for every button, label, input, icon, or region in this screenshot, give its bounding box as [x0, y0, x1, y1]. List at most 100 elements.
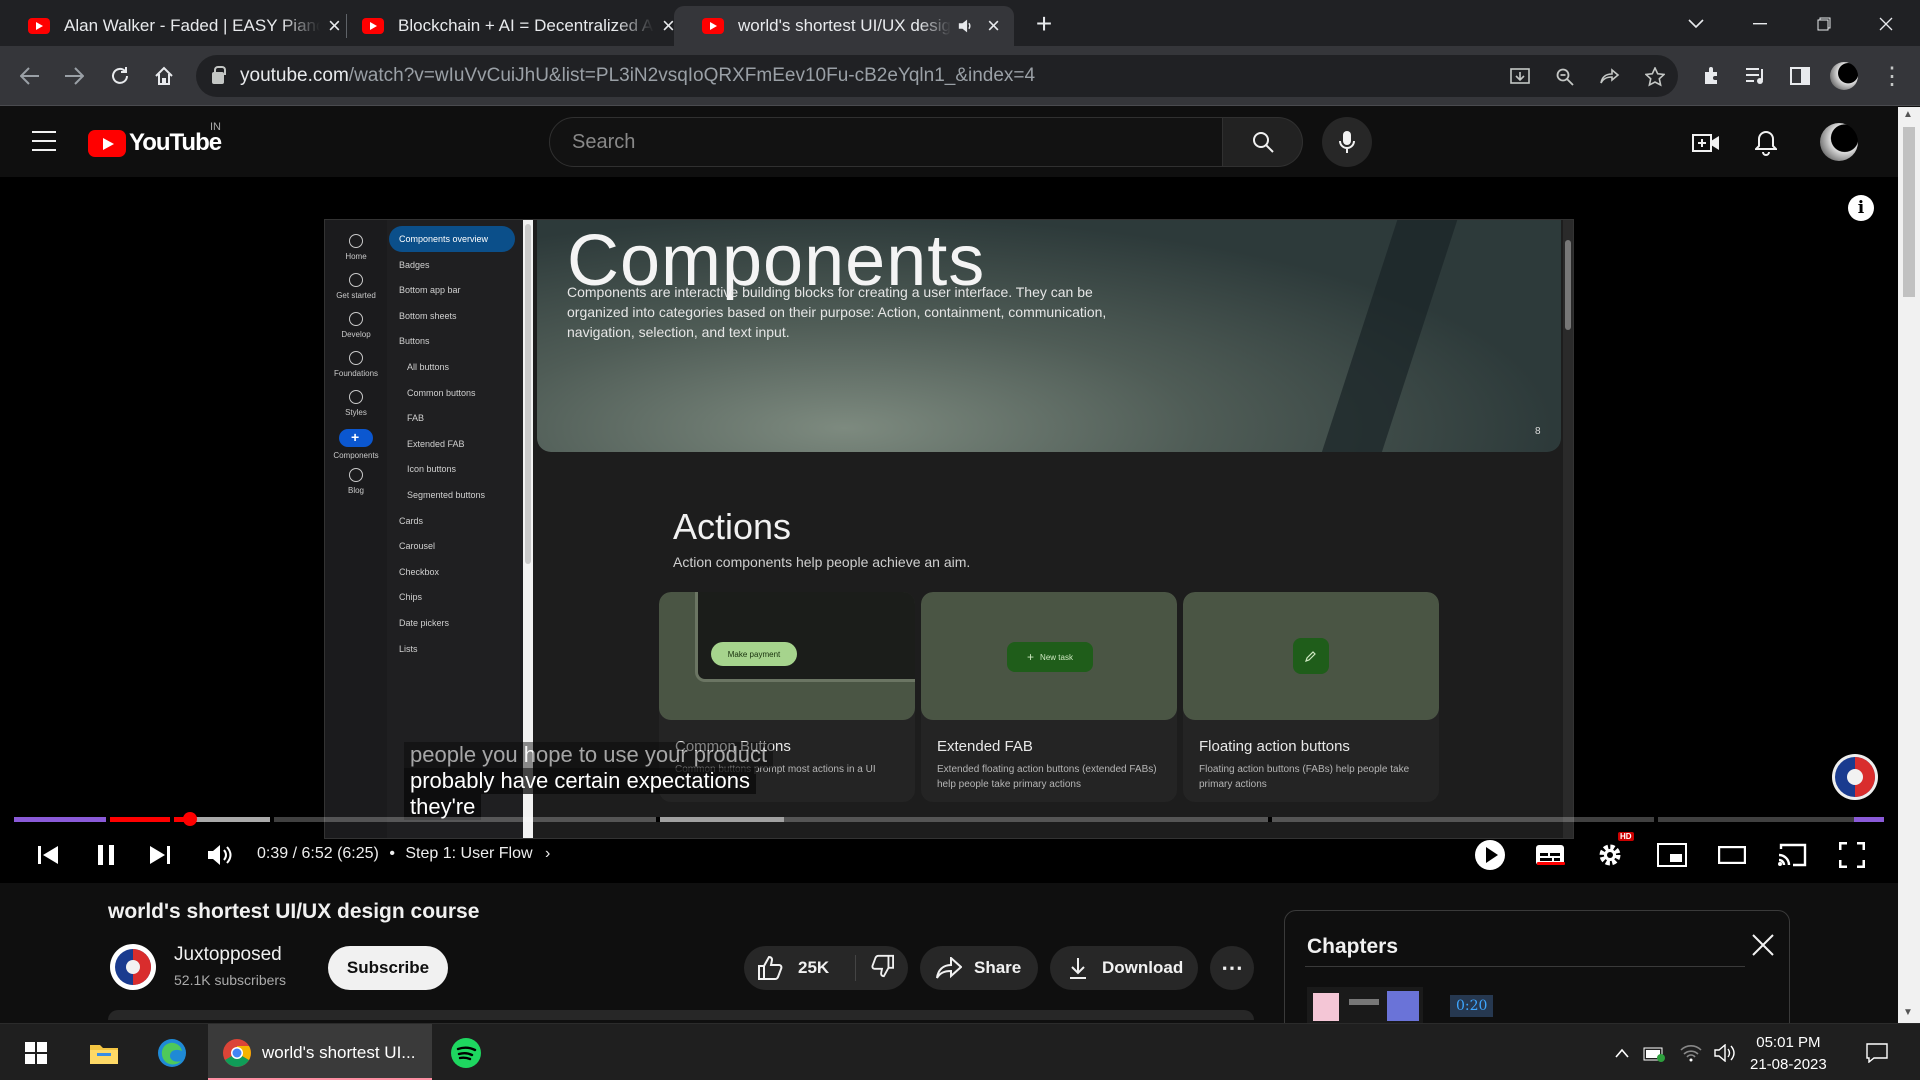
audio-playing-icon[interactable] — [957, 18, 974, 34]
zoom-icon[interactable] — [1553, 65, 1577, 89]
subscribe-button[interactable]: Subscribe — [328, 946, 448, 990]
clock-date: 21-08-2023 — [1750, 1056, 1827, 1073]
new-task-label: New task — [1040, 652, 1073, 662]
chapter-timestamp[interactable]: 0:20 — [1450, 995, 1494, 1017]
minimize-icon[interactable] — [1742, 6, 1778, 42]
tray-chevron-icon[interactable] — [1610, 1024, 1634, 1080]
taskbar-chrome-window[interactable]: world's shortest UI... — [208, 1024, 432, 1080]
progress-bar[interactable] — [14, 812, 1884, 826]
cast-button[interactable] — [1772, 835, 1812, 875]
file-explorer-icon[interactable] — [82, 1024, 126, 1080]
card-title: Extended FAB — [937, 738, 1033, 755]
restore-icon[interactable] — [1806, 6, 1842, 42]
chapter-segment — [14, 817, 106, 822]
channel-name[interactable]: Juxtopposed — [174, 944, 282, 966]
rail-icon — [349, 273, 363, 287]
extensions-puzzle-icon[interactable] — [1696, 60, 1728, 92]
dislike-button[interactable] — [856, 954, 894, 983]
page-scrollbar[interactable]: ▲ ▼ — [1898, 107, 1920, 1023]
close-tab-icon[interactable]: × — [662, 13, 675, 39]
channel-avatar[interactable] — [110, 944, 156, 990]
edge-browser-icon[interactable] — [150, 1024, 194, 1080]
new-tab-icon[interactable]: + — [1026, 6, 1062, 42]
rail-label: Components — [333, 451, 379, 460]
bookmark-star-icon[interactable] — [1643, 65, 1667, 89]
account-avatar[interactable] — [1820, 123, 1858, 161]
like-dislike-group: 25K — [744, 946, 908, 990]
browser-tab[interactable]: Blockchain + AI = Decentralized A × — [334, 6, 689, 46]
share-page-icon[interactable] — [1598, 65, 1622, 89]
video-player[interactable]: i Home Get started Develop Foundations Style… — [0, 177, 1898, 883]
home-icon[interactable] — [148, 60, 180, 92]
search-input[interactable]: Search — [549, 117, 1223, 167]
settings-button[interactable] — [1590, 835, 1630, 875]
rail-item: Components — [325, 429, 387, 460]
guide-menu-icon[interactable] — [32, 131, 56, 151]
address-bar[interactable]: youtube.com/watch?v=wIuVvCuiJhU&list=PL3… — [196, 55, 1678, 97]
thumbs-up-icon — [758, 956, 783, 980]
create-video-icon[interactable] — [1690, 127, 1722, 159]
back-icon[interactable] — [14, 60, 46, 92]
spotify-icon[interactable] — [444, 1024, 488, 1080]
side-panel-icon[interactable] — [1784, 60, 1816, 92]
close-tab-icon[interactable]: × — [987, 13, 1000, 39]
current-chapter[interactable]: Step 1: User Flow — [405, 845, 532, 862]
notifications-bell-icon[interactable] — [1750, 127, 1782, 159]
profile-avatar-icon[interactable] — [1828, 60, 1860, 92]
download-button[interactable]: Download — [1050, 946, 1198, 990]
theater-icon — [1718, 846, 1746, 864]
scrollbar-thumb[interactable] — [1903, 127, 1915, 297]
next-video-button[interactable] — [140, 835, 180, 875]
fullscreen-button[interactable] — [1832, 835, 1872, 875]
media-queue-icon[interactable] — [1740, 60, 1772, 92]
rail-label: Home — [345, 252, 367, 261]
chrome-menu-icon[interactable]: ⋮ — [1876, 60, 1908, 92]
chapter-thumbnail[interactable] — [1307, 987, 1423, 1027]
pause-button[interactable] — [86, 835, 126, 875]
share-button[interactable]: Share — [920, 946, 1038, 990]
speaker-icon[interactable] — [1710, 1024, 1740, 1080]
reload-icon[interactable] — [104, 60, 136, 92]
hd-badge: HD — [1618, 832, 1634, 841]
youtube-logo[interactable]: YouTube IN — [88, 121, 222, 157]
drawer-item: Common buttons — [407, 387, 476, 398]
windows-start-icon[interactable] — [14, 1024, 58, 1080]
tray-clock[interactable]: 05:01 PM 21-08-2023 — [1750, 1032, 1827, 1076]
channel-watermark[interactable] — [1832, 754, 1878, 800]
voice-search-button[interactable] — [1322, 117, 1372, 167]
scroll-up-icon[interactable]: ▲ — [1903, 109, 1913, 120]
theater-mode-button[interactable] — [1712, 835, 1752, 875]
scrubber-handle[interactable] — [183, 812, 197, 826]
scroll-down-icon[interactable]: ▼ — [1903, 1007, 1913, 1018]
notification-center-icon[interactable] — [1860, 1024, 1894, 1080]
rail-item: Develop — [325, 312, 387, 339]
previous-video-button[interactable] — [28, 835, 68, 875]
autoplay-toggle[interactable] — [1470, 835, 1510, 875]
country-code: IN — [210, 121, 221, 133]
download-icon — [1070, 958, 1086, 979]
forward-icon[interactable] — [58, 60, 90, 92]
description-box[interactable] — [108, 1010, 1254, 1020]
card-title: Floating action buttons — [1199, 738, 1350, 755]
more-actions-button[interactable]: ⋯ — [1210, 946, 1254, 990]
close-chapters-icon[interactable] — [1751, 933, 1781, 963]
install-app-icon[interactable] — [1508, 65, 1532, 89]
wifi-icon[interactable] — [1676, 1024, 1706, 1080]
rail-icon — [349, 234, 363, 248]
drawer-item: Chips — [399, 592, 423, 603]
volume-button[interactable] — [200, 835, 240, 875]
battery-icon[interactable] — [1640, 1024, 1670, 1080]
miniplayer-button[interactable] — [1652, 835, 1692, 875]
clock-time: 05:01 PM — [1756, 1034, 1821, 1051]
lock-icon[interactable] — [212, 66, 226, 84]
like-button[interactable]: 25K — [744, 955, 856, 981]
tab-search-icon[interactable] — [1678, 6, 1714, 42]
chapter-chevron-icon[interactable]: › — [545, 845, 550, 862]
rail-label: Get started — [336, 291, 376, 300]
browser-tab[interactable]: Alan Walker - Faded | EASY Piano × — [0, 6, 355, 46]
close-window-icon[interactable] — [1868, 6, 1904, 42]
browser-tab-active[interactable]: world's shortest UI/UX design × — [674, 6, 1014, 46]
info-icon[interactable]: i — [1848, 195, 1874, 221]
search-button[interactable] — [1223, 117, 1303, 167]
subtitles-button[interactable] — [1530, 835, 1570, 875]
